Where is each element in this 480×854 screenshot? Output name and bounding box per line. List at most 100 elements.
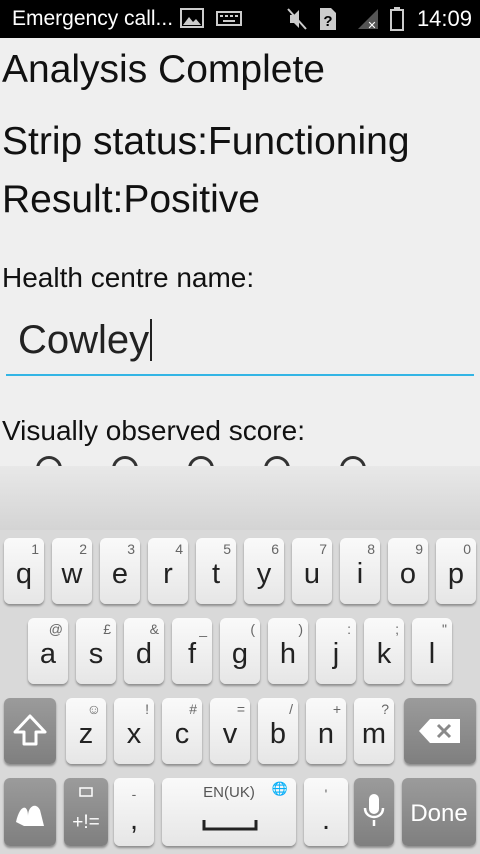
key-w[interactable]: 2w (52, 538, 92, 604)
key-m[interactable]: ? m (354, 698, 394, 764)
key-hint: ) (298, 621, 303, 637)
space-key[interactable]: 🌐 EN(UK) (162, 778, 296, 846)
key-e[interactable]: 3e (100, 538, 140, 604)
key-v[interactable]: = v (210, 698, 250, 764)
key-label: o (399, 558, 417, 590)
key-hint: 2 (79, 541, 87, 557)
key-hint: 8 (367, 541, 375, 557)
key-hint: 9 (415, 541, 423, 557)
backspace-key[interactable] (404, 698, 476, 764)
key-hint: & (149, 621, 159, 637)
key-f[interactable]: _ f (172, 618, 212, 684)
mute-icon (286, 7, 308, 36)
period-key[interactable]: ' . (304, 778, 348, 846)
page-title: Analysis Complete (2, 48, 325, 91)
key-k[interactable]: ; k (364, 618, 404, 684)
key-label: i (356, 558, 364, 590)
key-t[interactable]: 5t (196, 538, 236, 604)
key-hint: 0 (463, 541, 471, 557)
signal-no-service-icon: ✕ (356, 7, 380, 36)
key-z[interactable]: ☺ z (66, 698, 106, 764)
key-j[interactable]: :j (316, 618, 356, 684)
space-language-label: EN(UK) (203, 784, 255, 801)
key-hint: 3 (127, 541, 135, 557)
key-x[interactable]: ! x (114, 698, 154, 764)
key-hint: + (332, 701, 341, 717)
voice-input-key[interactable] (354, 778, 394, 846)
comma-label: , (129, 804, 139, 836)
key-c[interactable]: # c (162, 698, 202, 764)
key-label: d (135, 638, 153, 670)
key-n[interactable]: + n (306, 698, 346, 764)
key-label: m (361, 718, 387, 750)
key-h[interactable]: ) h (268, 618, 308, 684)
done-key[interactable]: Done (402, 778, 476, 846)
key-q[interactable]: 1q (4, 538, 44, 604)
keyboard-notification-icon (216, 7, 242, 34)
result-text: Result:Positive (2, 178, 260, 221)
key-o[interactable]: 9o (388, 538, 428, 604)
key-label: e (111, 558, 129, 590)
svg-text:✕: ✕ (367, 20, 376, 31)
key-label: t (211, 558, 221, 590)
microphone-icon (362, 792, 386, 835)
health-centre-label: Health centre name: (2, 262, 255, 293)
key-i[interactable]: 8i (340, 538, 380, 604)
key-hint: ( (250, 621, 255, 637)
key-label: c (174, 718, 190, 750)
period-hint: ' (324, 786, 328, 802)
key-hint: _ (199, 621, 207, 637)
status-bar: Emergency call... ? ✕ 14:09 (0, 0, 480, 38)
key-s[interactable]: £ s (76, 618, 116, 684)
key-label: q (15, 558, 33, 590)
score-radio-2[interactable] (112, 456, 138, 466)
key-l[interactable]: " l (412, 618, 452, 684)
key-hint: £ (103, 621, 111, 637)
key-label: x (126, 718, 142, 750)
health-centre-value: Cowley (18, 318, 153, 363)
layout-icon (79, 784, 93, 802)
key-label: p (447, 558, 465, 590)
symbols-label: +!= (72, 812, 100, 833)
notification-title: Emergency call... (12, 7, 174, 30)
symbols-key[interactable]: +!= (64, 778, 108, 846)
health-centre-input[interactable]: Cowley (6, 312, 474, 376)
sim-unknown-icon: ? (318, 7, 338, 36)
swipe-gesture-icon (10, 792, 50, 837)
key-hint: ! (145, 701, 149, 717)
key-p[interactable]: 0p (436, 538, 476, 604)
key-hint: @ (48, 621, 63, 637)
key-a[interactable]: @ a (28, 618, 68, 684)
key-hint: 6 (271, 541, 279, 557)
key-label: a (39, 638, 57, 670)
suggestion-strip (0, 466, 480, 531)
key-label: v (222, 718, 238, 750)
shift-key[interactable] (4, 698, 56, 764)
key-label: n (317, 718, 335, 750)
image-notification-icon (180, 7, 204, 34)
score-radio-3[interactable] (188, 456, 214, 466)
comma-hint: - (131, 786, 137, 802)
key-d[interactable]: & d (124, 618, 164, 684)
key-label: b (269, 718, 287, 750)
key-r[interactable]: 4r (148, 538, 188, 604)
key-label: z (78, 718, 94, 750)
key-hint: " (442, 621, 447, 637)
score-radio-1[interactable] (36, 456, 62, 466)
shift-icon (12, 712, 48, 753)
comma-key[interactable]: - , (114, 778, 154, 846)
key-hint: ☺ (86, 701, 101, 717)
key-label: f (187, 638, 197, 670)
score-radio-4[interactable] (264, 456, 290, 466)
score-radio-5[interactable] (340, 456, 366, 466)
key-hint: ? (381, 701, 389, 717)
key-g[interactable]: (g (220, 618, 260, 684)
key-u[interactable]: 7u (292, 538, 332, 604)
period-label: . (321, 804, 331, 836)
text-cursor (150, 319, 153, 361)
done-label: Done (410, 800, 468, 827)
key-y[interactable]: 6y (244, 538, 284, 604)
key-label: y (256, 558, 272, 590)
swipe-key[interactable] (4, 778, 56, 846)
key-b[interactable]: / b (258, 698, 298, 764)
